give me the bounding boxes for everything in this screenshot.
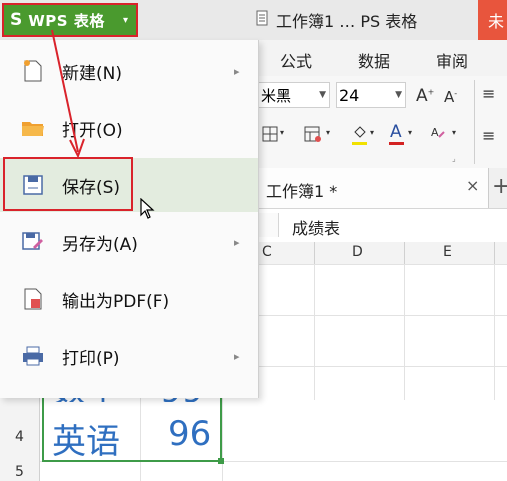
annotation-arrow-icon [51, 29, 85, 159]
mouse-cursor-icon [140, 198, 155, 219]
